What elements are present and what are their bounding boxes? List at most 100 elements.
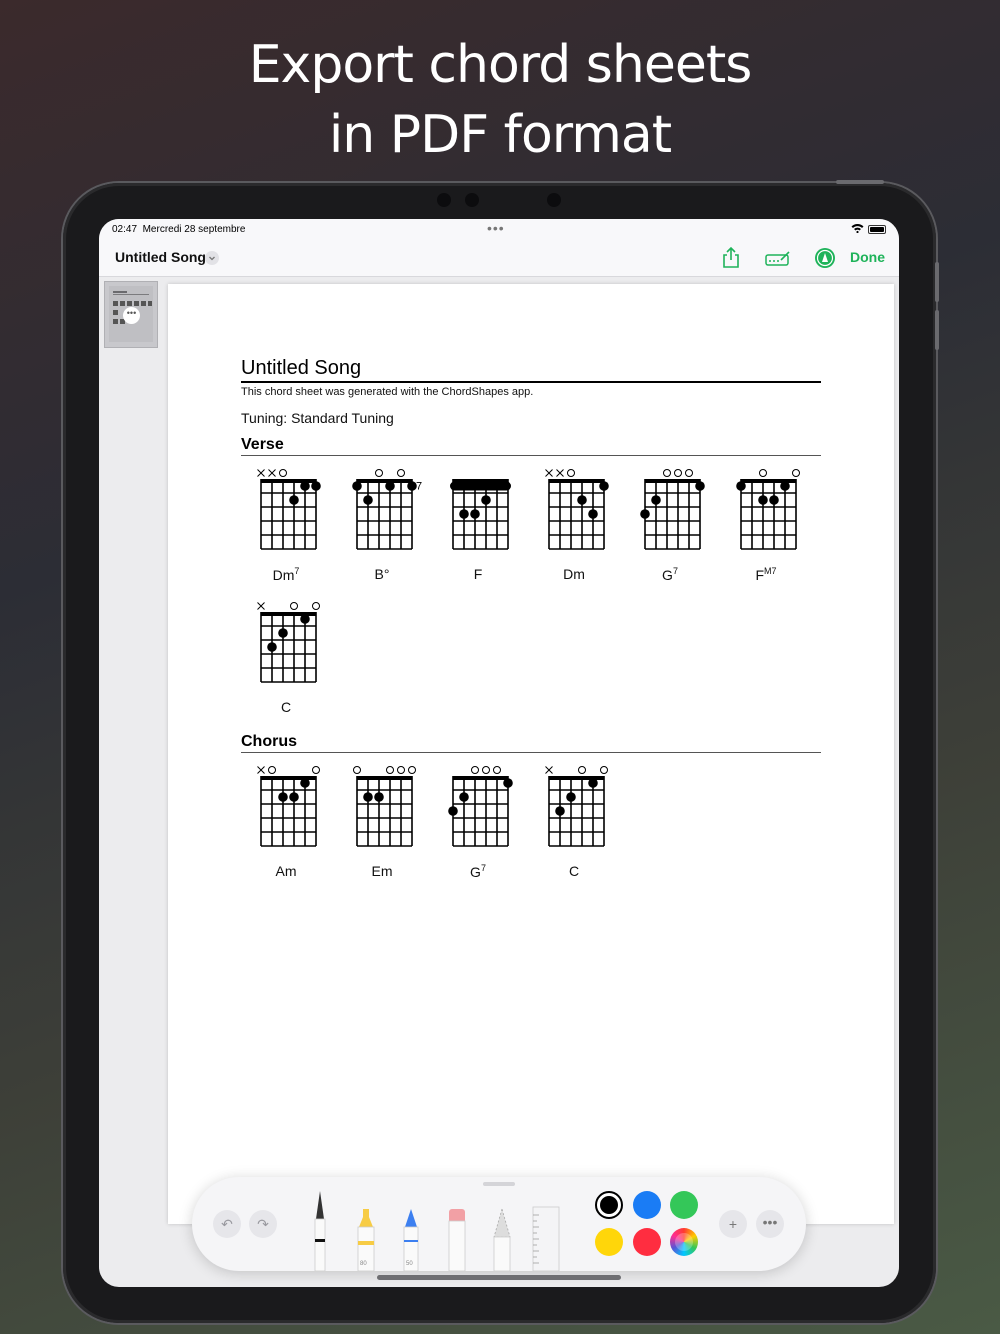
- color-swatch-green[interactable]: [670, 1191, 698, 1219]
- finger-dot: [481, 495, 491, 505]
- chord-diagram: Dm: [529, 465, 619, 585]
- finger-dot: [651, 495, 661, 505]
- chord-diagram: 7 B°: [337, 465, 427, 585]
- add-icon[interactable]: +: [719, 1210, 747, 1238]
- open-string-marker: [600, 766, 608, 774]
- done-button[interactable]: Done: [850, 249, 885, 265]
- open-string-marker: [663, 469, 671, 477]
- color-swatch-red[interactable]: [633, 1228, 661, 1256]
- chevron-down-icon[interactable]: [205, 251, 219, 265]
- finger-dot: [300, 778, 310, 788]
- chord-name: Dm: [563, 566, 585, 582]
- finger-dot: [769, 495, 779, 505]
- finger-dot: [363, 495, 373, 505]
- markup-toolbar: ↶ ↷ 80 50 + •••: [192, 1177, 806, 1271]
- chord-diagram: FM7: [721, 465, 811, 585]
- navigation-bar: Untitled Song Done: [99, 241, 899, 277]
- fret-position-label: 7: [416, 481, 422, 493]
- pen-tool-icon[interactable]: [310, 1189, 330, 1271]
- lasso-tool-icon[interactable]: [491, 1207, 513, 1271]
- finger-dot: [588, 509, 598, 519]
- finger-dot: [780, 481, 790, 491]
- finger-dot: [459, 792, 469, 802]
- open-string-marker: [471, 766, 479, 774]
- marker-size-label: 80: [360, 1261, 367, 1267]
- page-thumbnail[interactable]: •••: [104, 281, 158, 348]
- chord-name: C: [568, 863, 580, 879]
- pdf-page: Untitled Song This chord sheet was gener…: [168, 284, 894, 1224]
- color-swatch-yellow[interactable]: [595, 1228, 623, 1256]
- open-string-marker: [685, 469, 693, 477]
- chord-diagram: Em: [337, 762, 427, 882]
- chord-name: G7: [470, 863, 486, 880]
- wifi-icon: [851, 224, 864, 233]
- finger-dot: [566, 792, 576, 802]
- headline-line-2: in PDF format: [328, 105, 672, 165]
- finger-dot: [758, 495, 768, 505]
- home-indicator: [377, 1275, 621, 1280]
- finger-dot: [640, 509, 650, 519]
- headline-line-1: Export chord sheets: [248, 35, 753, 95]
- open-string-marker: [386, 766, 394, 774]
- finger-dot: [300, 614, 310, 624]
- pencil-size-label: 50: [406, 1261, 413, 1267]
- chord-name: Am: [275, 863, 297, 879]
- open-string-marker: [792, 469, 800, 477]
- chord-name: G7: [662, 566, 678, 583]
- undo-icon[interactable]: ↶: [213, 1210, 241, 1238]
- open-string-marker: [353, 766, 361, 774]
- toolbar-grabber[interactable]: [483, 1182, 515, 1186]
- tuning-label: Tuning: Standard Tuning: [241, 410, 394, 426]
- promo-headline: Export chord sheets in PDF format: [0, 30, 1000, 170]
- markup-pen-icon[interactable]: [814, 247, 836, 269]
- multitasking-dots-icon[interactable]: •••: [487, 220, 505, 236]
- open-string-marker: [493, 766, 501, 774]
- finger-dot: [695, 481, 705, 491]
- finger-dot: [289, 792, 299, 802]
- song-title-menu[interactable]: Untitled Song: [115, 249, 206, 265]
- signature-icon[interactable]: [764, 246, 792, 270]
- chord-diagram: G7: [433, 762, 523, 882]
- chord-diagram: C: [529, 762, 619, 882]
- camera-sensor: [437, 193, 451, 207]
- open-string-marker: [567, 469, 575, 477]
- more-options-icon[interactable]: •••: [756, 1210, 784, 1238]
- document-subtitle: This chord sheet was generated with the …: [241, 386, 534, 398]
- battery-icon: [868, 225, 886, 234]
- open-string-marker: [268, 766, 276, 774]
- share-icon[interactable]: [721, 246, 741, 270]
- section-title-verse: Verse: [241, 436, 284, 453]
- open-string-marker: [759, 469, 767, 477]
- color-picker-icon[interactable]: [670, 1228, 698, 1256]
- color-swatch-blue[interactable]: [633, 1191, 661, 1219]
- chord-name: Dm7: [272, 566, 300, 583]
- finger-dot: [352, 481, 362, 491]
- finger-dot: [459, 509, 469, 519]
- color-swatch-black[interactable]: [595, 1191, 623, 1219]
- chord-diagram: Dm7: [241, 465, 331, 585]
- finger-dot: [385, 481, 395, 491]
- finger-dot: [736, 481, 746, 491]
- eraser-tool-icon[interactable]: [446, 1207, 468, 1271]
- finger-dot: [300, 481, 310, 491]
- chord-name: F: [473, 566, 483, 582]
- finger-dot: [599, 481, 609, 491]
- chord-nut: [645, 479, 700, 483]
- open-string-marker: [674, 469, 682, 477]
- finger-dot: [278, 792, 288, 802]
- open-string-marker: [312, 602, 320, 610]
- section-title-chorus: Chorus: [241, 733, 297, 750]
- chord-name: Em: [371, 863, 393, 879]
- volume-button: [935, 310, 939, 350]
- ruler-tool-icon[interactable]: [531, 1205, 561, 1271]
- more-icon[interactable]: •••: [123, 307, 140, 324]
- open-string-marker: [397, 469, 405, 477]
- chord-nut: [357, 479, 412, 483]
- redo-icon[interactable]: ↷: [249, 1210, 277, 1238]
- chord-diagram: C: [241, 598, 331, 718]
- chord-name: C: [280, 699, 292, 715]
- ipad-screen: 02:47 Mercredi 28 septembre ••• Untitled…: [99, 219, 899, 1287]
- barre-marker: [450, 481, 511, 491]
- finger-dot: [363, 792, 373, 802]
- open-string-marker: [279, 469, 287, 477]
